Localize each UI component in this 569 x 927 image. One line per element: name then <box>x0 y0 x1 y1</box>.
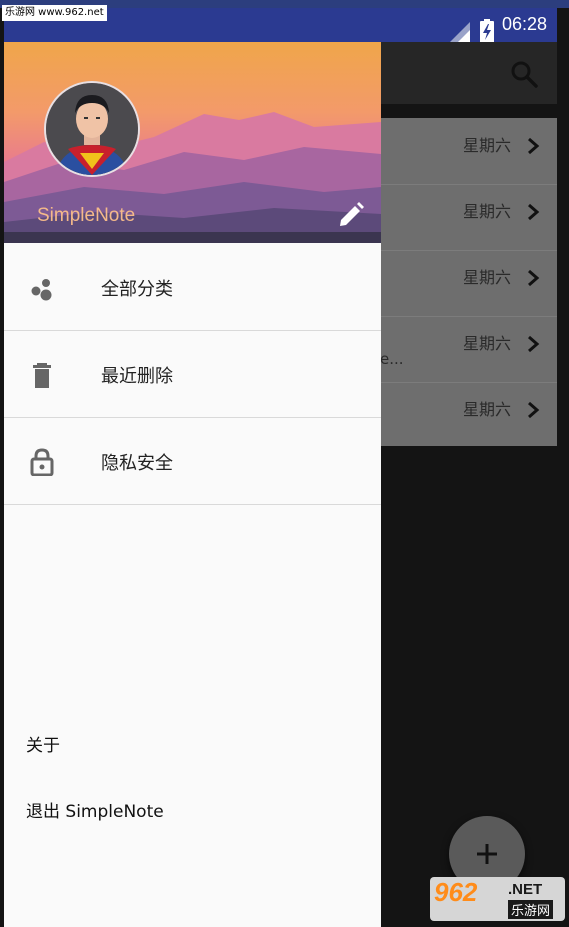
menu-item-label: 最近删除 <box>101 366 173 387</box>
watermark-logo-net: .NET <box>508 881 543 898</box>
menu-item-all-categories[interactable]: 全部分类 <box>4 243 381 331</box>
note-date: 星期六 <box>462 334 511 353</box>
chevron-right-icon <box>523 202 543 222</box>
drawer-header: SimpleNote <box>4 42 381 243</box>
site-watermark-logo: 962 .NET 乐游网 <box>430 877 565 921</box>
watermark-logo-number: 962 <box>434 877 478 907</box>
menu-item-label: 全部分类 <box>101 279 173 300</box>
user-avatar[interactable] <box>44 81 140 177</box>
note-date: 星期六 <box>462 202 511 221</box>
site-watermark-text: 乐游网 www.962.net <box>2 5 107 21</box>
category-bubbles-icon <box>28 274 56 302</box>
chevron-right-icon <box>523 400 543 420</box>
note-date: 星期六 <box>462 136 511 155</box>
search-icon[interactable] <box>509 59 539 89</box>
menu-item-privacy-security[interactable]: 隐私安全 <box>4 417 381 505</box>
note-date: 星期六 <box>462 400 511 419</box>
chevron-right-icon <box>523 334 543 354</box>
menu-item-recently-deleted[interactable]: 最近删除 <box>4 330 381 418</box>
chevron-right-icon <box>523 136 543 156</box>
watermark-logo-sub: 乐游网 <box>508 900 554 919</box>
navigation-drawer: SimpleNote 全部分类 最近删除 隐私安全 关于 退出 SimpleNo… <box>4 42 381 927</box>
plus-icon <box>477 844 497 864</box>
lock-icon <box>28 448 56 477</box>
status-time: 06:28 <box>501 14 547 34</box>
trash-icon <box>28 361 56 389</box>
note-date: 星期六 <box>462 268 511 287</box>
superman-avatar <box>46 83 138 175</box>
logout-link[interactable]: 退出 SimpleNote <box>26 797 164 822</box>
drawer-username: SimpleNote <box>37 205 136 226</box>
chevron-right-icon <box>523 268 543 288</box>
pencil-icon[interactable] <box>336 200 366 230</box>
note-snippet: e... <box>380 350 404 368</box>
menu-item-label: 隐私安全 <box>101 453 173 474</box>
about-link[interactable]: 关于 <box>26 731 60 756</box>
